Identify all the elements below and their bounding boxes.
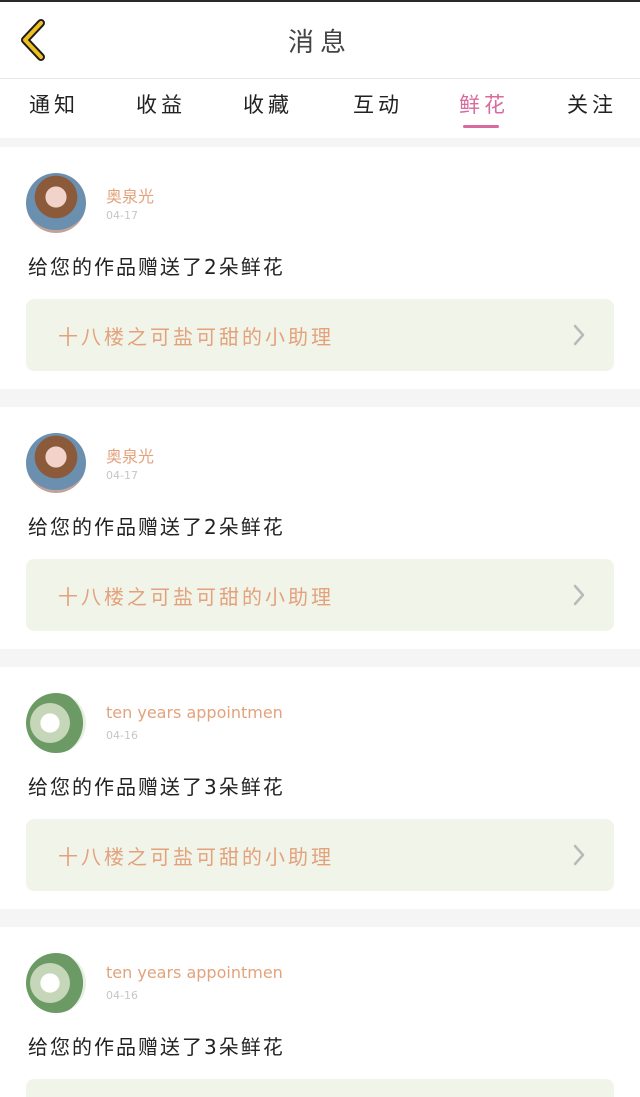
chevron-right-icon [573, 324, 585, 346]
message-card: 奥泉光 04-17 给您的作品赠送了2朵鲜花 十八楼之可盐可甜的小助理 [0, 147, 640, 389]
work-title: 十八楼之可盐可甜的小助理 [58, 585, 334, 609]
sender-name[interactable]: 奥泉光 [106, 443, 154, 467]
avatar[interactable] [26, 433, 86, 493]
avatar[interactable] [26, 693, 86, 753]
tab-bar: 通知 收益 收藏 互动 鲜花 关注 [0, 78, 640, 138]
message-date: 04-16 [106, 729, 138, 742]
sender-name[interactable]: ten years appointmen [106, 963, 283, 982]
work-link[interactable] [26, 1079, 614, 1097]
message-date: 04-17 [106, 469, 138, 482]
message-date: 04-16 [106, 989, 138, 1002]
avatar[interactable] [26, 953, 86, 1013]
message-card: ten years appointmen 04-16 给您的作品赠送了3朵鲜花 [0, 927, 640, 1097]
message-text: 给您的作品赠送了2朵鲜花 [28, 255, 285, 279]
work-title: 十八楼之可盐可甜的小助理 [58, 845, 334, 869]
tab-interaction[interactable]: 互动 [350, 89, 406, 133]
chevron-right-icon [573, 844, 585, 866]
work-title: 十八楼之可盐可甜的小助理 [58, 325, 334, 349]
page-title: 消息 [287, 28, 352, 58]
message-text: 给您的作品赠送了3朵鲜花 [28, 1035, 285, 1059]
work-link[interactable]: 十八楼之可盐可甜的小助理 [26, 299, 614, 371]
work-link[interactable]: 十八楼之可盐可甜的小助理 [26, 559, 614, 631]
avatar[interactable] [26, 173, 86, 233]
message-card: 奥泉光 04-17 给您的作品赠送了2朵鲜花 十八楼之可盐可甜的小助理 [0, 407, 640, 649]
work-link[interactable]: 十八楼之可盐可甜的小助理 [26, 819, 614, 891]
message-date: 04-17 [106, 209, 138, 222]
tab-favorites[interactable]: 收藏 [240, 89, 296, 133]
active-tab-indicator [463, 125, 499, 128]
tab-earnings[interactable]: 收益 [133, 89, 189, 133]
message-card: ten years appointmen 04-16 给您的作品赠送了3朵鲜花 … [0, 667, 640, 909]
chevron-right-icon [573, 584, 585, 606]
message-text: 给您的作品赠送了2朵鲜花 [28, 515, 285, 539]
sender-name[interactable]: 奥泉光 [106, 183, 154, 207]
message-text: 给您的作品赠送了3朵鲜花 [28, 775, 285, 799]
top-bar: 消息 [0, 0, 640, 78]
sender-name[interactable]: ten years appointmen [106, 703, 283, 722]
tab-follows[interactable]: 关注 [564, 89, 620, 133]
tab-notice[interactable]: 通知 [26, 89, 82, 133]
